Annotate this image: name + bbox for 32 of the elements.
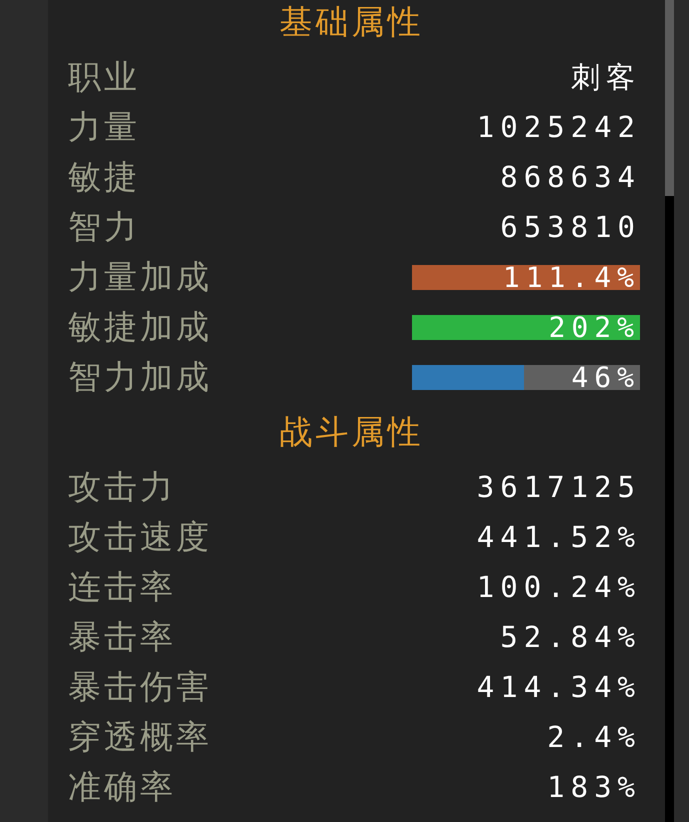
bonus-value: 111.4% [502, 264, 640, 290]
stat-value: 868634 [500, 159, 641, 196]
stat-value: 414.34% [476, 669, 641, 706]
stat-label: 连击率 [68, 567, 176, 607]
stat-label: 暴击率 [68, 617, 176, 657]
bonus-value: 46% [571, 364, 640, 390]
stat-value: 653810 [500, 209, 641, 246]
section-title: 基础属性 [280, 2, 424, 42]
scrollbar-thumb[interactable] [665, 0, 674, 196]
stat-value: 2.4% [547, 719, 641, 756]
stat-label: 智力 [68, 207, 140, 247]
stat-value: 100.24% [476, 569, 641, 606]
stat-value: 183% [547, 769, 641, 806]
bonus-value: 202% [548, 314, 640, 340]
stat-value: 441.52% [476, 519, 641, 556]
stat-label: 攻击力 [68, 467, 176, 507]
stat-label: 智力加成 [68, 357, 212, 397]
stat-value: 刺客 [571, 59, 641, 96]
scrollbar-track[interactable] [665, 0, 674, 822]
stat-value: 1025242 [476, 109, 641, 146]
stat-label: 力量加成 [68, 257, 212, 297]
section-title: 战斗属性 [280, 412, 424, 452]
stat-value: 3617125 [476, 469, 641, 506]
stat-label: 穿透概率 [68, 717, 212, 757]
stat-label: 职业 [68, 57, 140, 97]
stat-value: 52.84% [500, 619, 641, 656]
stat-label: 敏捷加成 [68, 307, 212, 347]
stat-label: 准确率 [68, 767, 176, 807]
stat-label: 敏捷 [68, 157, 140, 197]
stat-label: 力量 [68, 107, 140, 147]
stat-label: 暴击伤害 [68, 667, 212, 707]
stat-label: 攻击速度 [68, 517, 212, 557]
